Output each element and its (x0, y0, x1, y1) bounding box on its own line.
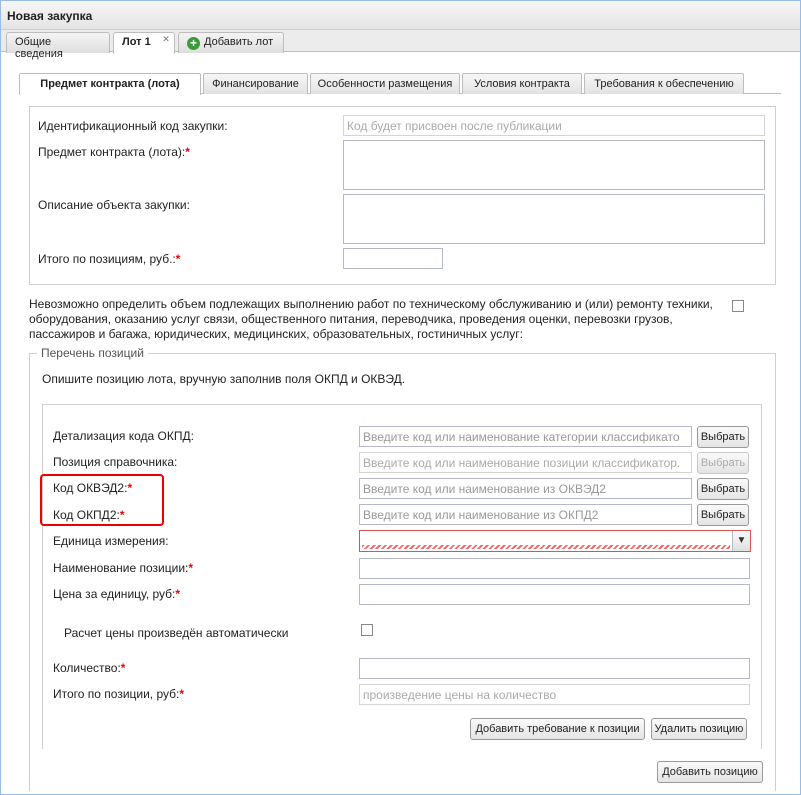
required-mark: * (127, 481, 133, 495)
positions-instruction: Опишите позицию лота, вручную заполнив п… (42, 372, 406, 386)
tab-contract-terms[interactable]: Условия контракта (462, 73, 582, 94)
unit-label: Единица измерения: (53, 534, 169, 548)
tab-label: Предмет контракта (лота) (40, 78, 180, 90)
id-code-field[interactable]: Код будет присвоен после публикации (343, 115, 765, 136)
required-mark: * (179, 687, 185, 701)
description-label: Описание объекта закупки: (38, 198, 190, 212)
add-position-button[interactable]: Добавить позицию (657, 761, 763, 783)
price-label-text: Цена за единицу, руб: (53, 587, 176, 601)
okpd2-label: Код ОКПД2:* (53, 508, 125, 522)
validation-underline (362, 545, 730, 549)
required-mark: * (185, 145, 190, 159)
total-field[interactable] (343, 248, 443, 269)
description-textarea[interactable] (343, 194, 765, 244)
required-mark: * (175, 587, 181, 601)
okpd-detail-choose-button[interactable]: Выбрать (697, 426, 749, 448)
close-icon[interactable]: ✕ (161, 35, 171, 45)
chevron-down-icon[interactable]: ▼ (732, 531, 750, 551)
subject-label-text: Предмет контракта (лота): (38, 145, 186, 159)
okpd2-input[interactable]: Введите код или наименование из ОКПД2 (359, 504, 692, 525)
required-mark: * (188, 561, 194, 575)
window-title: Новая закупка (1, 1, 800, 30)
position-total-field[interactable]: произведение цены на количество (359, 684, 750, 705)
okved2-label: Код ОКВЭД2:* (53, 481, 132, 495)
tab-label: Требования к обеспечению (594, 78, 734, 90)
reference-label: Позиция справочника: (53, 455, 178, 469)
price-input[interactable] (359, 584, 750, 605)
tab-add-lot[interactable]: + Добавить лот (178, 32, 284, 53)
tab-label: Условия контракта (474, 78, 570, 90)
auto-price-label: Расчет цены произведён автоматически (64, 626, 289, 640)
required-mark: * (175, 252, 181, 266)
position-name-label: Наименование позиции:* (53, 561, 193, 575)
add-requirement-button[interactable]: Добавить требование к позиции (470, 718, 645, 740)
position-name-label-text: Наименование позиции: (53, 561, 189, 575)
volume-notice-checkbox[interactable] (732, 300, 744, 312)
total-label-text: Итого по позициям, руб.: (38, 252, 176, 266)
okpd2-choose-button[interactable]: Выбрать (697, 504, 749, 526)
plus-circle-icon: + (187, 37, 200, 50)
tab-security-requirements[interactable]: Требования к обеспечению (584, 73, 744, 94)
tab-general-info[interactable]: Общие сведения (6, 32, 110, 60)
total-label: Итого по позициям, руб.:* (38, 252, 180, 266)
top-tab-bar: Общие сведения Лот 1 ✕ + Добавить лот (1, 30, 800, 60)
reference-input[interactable]: Введите код или наименование позиции кла… (359, 452, 692, 473)
tab-label: Финансирование (212, 78, 299, 90)
okved2-choose-button[interactable]: Выбрать (697, 478, 749, 500)
required-mark: * (119, 508, 125, 522)
required-mark: * (120, 661, 126, 675)
tab-lot-1[interactable]: Лот 1 ✕ (113, 32, 175, 54)
tab-label: Лот 1 (122, 36, 151, 48)
reference-choose-button[interactable]: Выбрать (697, 452, 749, 474)
okved2-label-text: Код ОКВЭД2: (53, 481, 128, 495)
quantity-label: Количество:* (53, 661, 125, 675)
position-name-input[interactable] (359, 558, 750, 579)
tab-financing[interactable]: Финансирование (203, 73, 308, 94)
tab-label: Особенности размещения (317, 78, 453, 90)
tab-contract-subject[interactable]: Предмет контракта (лота) (19, 73, 201, 95)
position-total-label: Итого по позиции, руб:* (53, 687, 184, 701)
okpd-detail-label: Детализация кода ОКПД: (53, 429, 194, 443)
volume-notice: Невозможно определить объем подлежащих в… (29, 297, 713, 341)
okpd2-label-text: Код ОКПД2: (53, 508, 120, 522)
unit-select[interactable]: ▼ (359, 530, 751, 552)
subject-textarea[interactable] (343, 140, 765, 190)
okpd-detail-input[interactable]: Введите код или наименование категории к… (359, 426, 692, 447)
id-code-label: Идентификационный код закупки: (38, 119, 228, 133)
positions-legend: Перечень позиций (37, 346, 148, 360)
subject-label: Предмет контракта (лота):* (38, 145, 190, 159)
quantity-input[interactable] (359, 658, 750, 679)
procurement-window: Новая закупка Общие сведения Лот 1 ✕ + До… (0, 0, 801, 795)
sub-tab-bar: Предмет контракта (лота) Финансирование … (19, 73, 781, 95)
auto-price-checkbox[interactable] (361, 624, 373, 636)
position-total-label-text: Итого по позиции, руб: (53, 687, 180, 701)
tab-label: Добавить лот (204, 36, 274, 48)
okved2-input[interactable]: Введите код или наименование из ОКВЭД2 (359, 478, 692, 499)
quantity-label-text: Количество: (53, 661, 121, 675)
delete-position-button[interactable]: Удалить позицию (651, 718, 747, 740)
tab-placement-features[interactable]: Особенности размещения (310, 73, 460, 94)
tab-label: Общие сведения (15, 36, 63, 60)
price-label: Цена за единицу, руб:* (53, 587, 180, 601)
